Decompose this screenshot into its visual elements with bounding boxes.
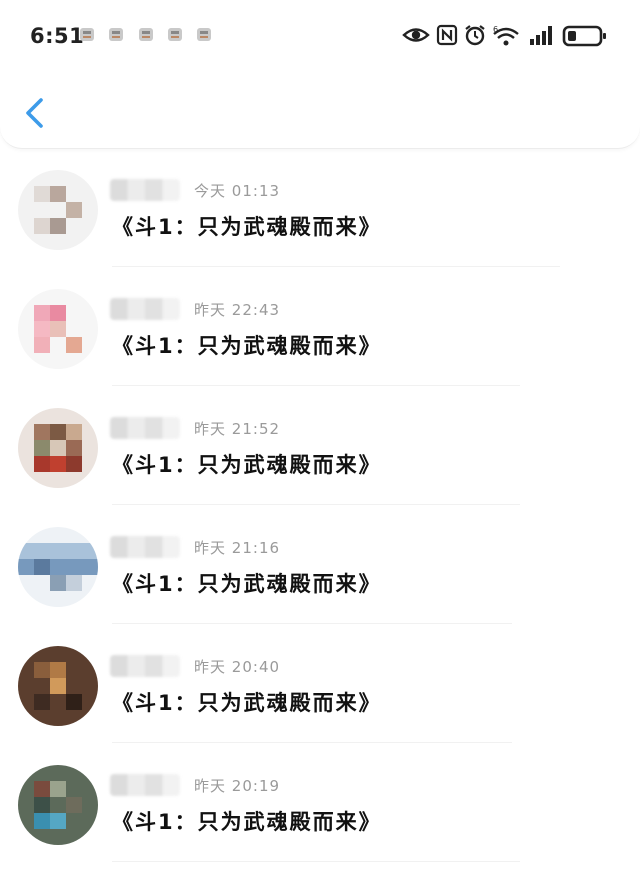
avatar[interactable] xyxy=(18,170,98,250)
name-redacted xyxy=(110,536,180,558)
avatar[interactable] xyxy=(18,527,98,607)
message-text: 《斗1：只为武魂殿而来》 xyxy=(112,453,382,477)
avatar[interactable] xyxy=(18,289,98,369)
timestamp: 昨天 20:40 xyxy=(194,658,281,676)
app-icon xyxy=(168,28,182,41)
name-redacted xyxy=(110,417,180,439)
app-icon xyxy=(80,28,94,41)
list-item[interactable]: 昨天 20:40 《斗1：只为武魂殿而来》 xyxy=(0,624,640,743)
name-redacted xyxy=(110,774,180,796)
list-item[interactable]: 昨天 22:43 《斗1：只为武魂殿而来》 xyxy=(0,267,640,386)
alarm-icon xyxy=(465,25,485,46)
avatar[interactable] xyxy=(18,408,98,488)
message-text: 《斗1：只为武魂殿而来》 xyxy=(112,810,382,834)
status-time: 6:51 xyxy=(30,24,85,48)
status-bar: 6:51 6 xyxy=(0,0,640,72)
timestamp: 昨天 20:19 xyxy=(194,777,281,795)
name-redacted xyxy=(110,179,180,201)
avatar[interactable] xyxy=(18,765,98,845)
battery-icon xyxy=(562,25,606,47)
avatar[interactable] xyxy=(18,646,98,726)
timestamp: 昨天 21:16 xyxy=(194,539,281,557)
eye-icon xyxy=(402,28,430,42)
svg-text:6: 6 xyxy=(493,25,498,34)
timestamp: 昨天 22:43 xyxy=(194,301,281,319)
divider xyxy=(112,861,520,862)
message-text: 《斗1：只为武魂殿而来》 xyxy=(112,572,382,596)
app-header xyxy=(0,72,640,149)
nfc-icon xyxy=(436,24,458,46)
chevron-left-icon[interactable] xyxy=(20,96,50,130)
message-text: 《斗1：只为武魂殿而来》 xyxy=(112,691,382,715)
message-text: 《斗1：只为武魂殿而来》 xyxy=(112,215,382,239)
signal-icon xyxy=(530,26,552,45)
app-icon xyxy=(109,28,123,41)
wifi-6-icon: 6 xyxy=(493,25,519,46)
list-item[interactable]: 昨天 21:52 《斗1：只为武魂殿而来》 xyxy=(0,386,640,505)
message-text: 《斗1：只为武魂殿而来》 xyxy=(112,334,382,358)
name-redacted xyxy=(110,298,180,320)
timestamp: 今天 01:13 xyxy=(194,182,281,200)
app-icon xyxy=(197,28,211,41)
list-item[interactable]: 昨天 21:16 《斗1：只为武魂殿而来》 xyxy=(0,505,640,624)
timestamp: 昨天 21:52 xyxy=(194,420,281,438)
app-icon xyxy=(139,28,153,41)
list-item[interactable]: 今天 01:13 《斗1：只为武魂殿而来》 xyxy=(0,148,640,267)
list-item[interactable]: 昨天 20:19 《斗1：只为武魂殿而来》 xyxy=(0,743,640,862)
name-redacted xyxy=(110,655,180,677)
